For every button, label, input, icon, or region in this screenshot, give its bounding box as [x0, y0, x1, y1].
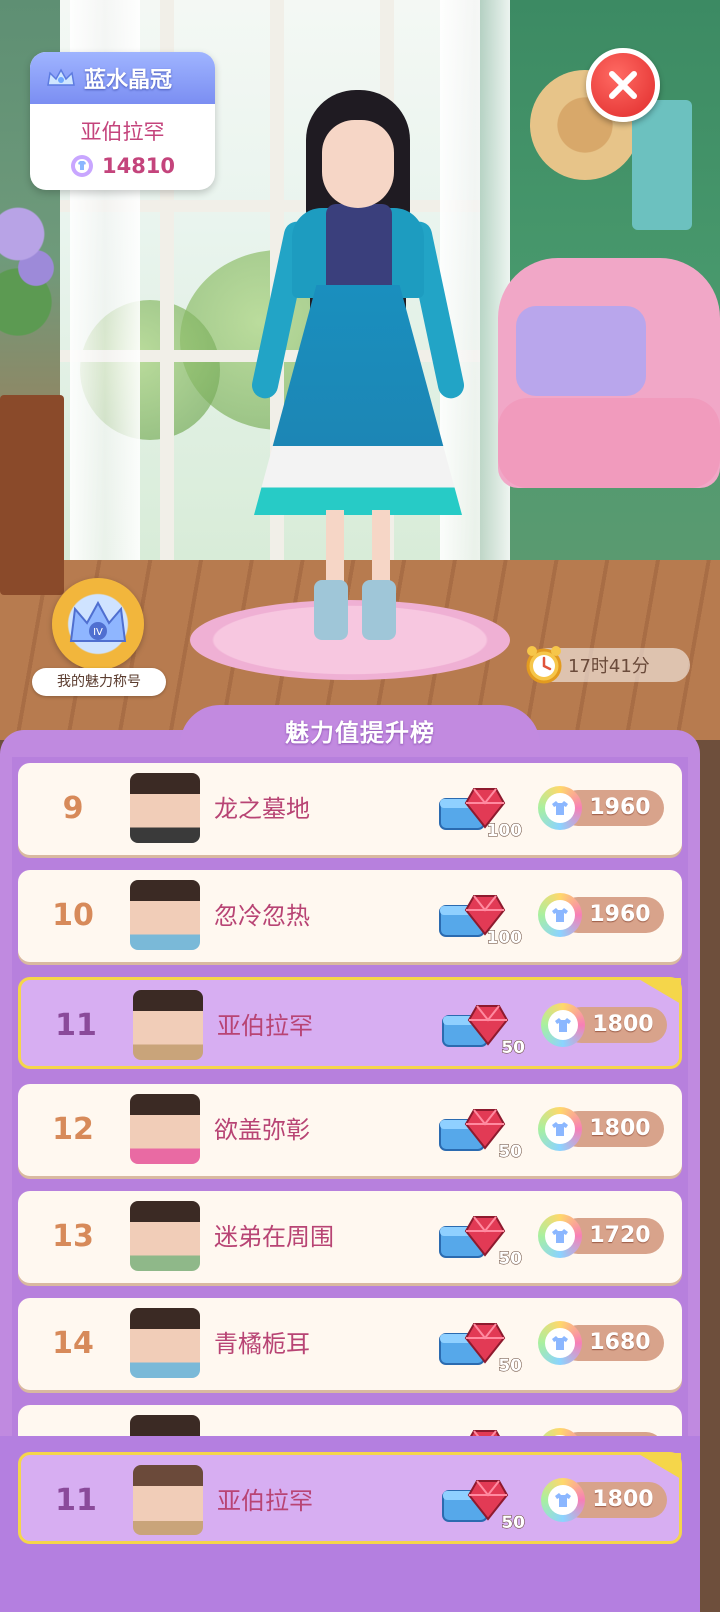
character-model[interactable] [248, 80, 468, 650]
reward-quantity: 50 [498, 1356, 523, 1377]
avatar[interactable] [130, 1201, 200, 1271]
svg-text:IV: IV [93, 627, 103, 638]
crown-badge-icon: IV [69, 600, 127, 642]
shelf [0, 395, 64, 595]
outfit-charm-icon [538, 786, 582, 830]
leaderboard-row[interactable]: 15 刘泽智 50 1640 [18, 1405, 682, 1437]
my-rank-row[interactable]: 11 亚伯拉罕 50 1800 [18, 977, 682, 1069]
my-rank-bar: 11 亚伯拉罕 50 1800 [0, 1436, 700, 1612]
rank-number: 11 [55, 1008, 97, 1043]
avatar[interactable] [133, 990, 203, 1060]
player-name: 龙之墓地 [214, 795, 310, 823]
leaderboard-row[interactable]: 10 忽冷忽热 100 1960 [18, 870, 682, 962]
avatar[interactable] [130, 1094, 200, 1164]
reward: 50 [441, 998, 526, 1059]
rank-number: 11 [55, 1483, 97, 1518]
close-icon [609, 71, 637, 99]
player-name: 亚伯拉罕 [217, 1487, 313, 1515]
outfit-charm-icon [541, 1003, 585, 1047]
reward-quantity: 50 [501, 1513, 526, 1534]
charm-score: 1800 [541, 1478, 667, 1522]
pink-armchair [498, 258, 720, 488]
leaderboard-row[interactable]: 9 龙之墓地 100 1960 [18, 763, 682, 855]
leaderboard-title: 魅力值提升榜 [285, 719, 435, 747]
player-name: 亚伯拉罕 [80, 120, 165, 144]
outfit-charm-icon [538, 1214, 582, 1258]
avatar[interactable] [130, 880, 200, 950]
charm-title-label[interactable]: 我的魅力称号 [32, 668, 166, 696]
leaderboard-list[interactable]: 9 龙之墓地 100 1960 10 忽冷忽热 100 1960 11 亚伯拉罕… [12, 757, 688, 1437]
charm-score: 1720 [538, 1214, 664, 1258]
gem-chest-icon [469, 1430, 501, 1437]
rank-number: 9 [62, 791, 84, 826]
reward: 50 [438, 1423, 522, 1437]
player-name: 亚伯拉罕 [217, 1012, 313, 1040]
title-card: 蓝水晶冠 亚伯拉罕 14810 [30, 52, 215, 190]
rank-number: 15 [38, 1405, 108, 1437]
reward: 50 [441, 1473, 526, 1534]
player-name: 欲盖弥彰 [214, 1116, 310, 1144]
reward-quantity: 100 [486, 928, 522, 949]
highlight-corner [637, 1453, 681, 1479]
flower-plant [0, 200, 60, 370]
outfit-charm-icon [538, 1107, 582, 1151]
reward-quantity: 50 [498, 1249, 523, 1270]
crown-icon [47, 68, 75, 86]
reward-quantity: 100 [486, 821, 522, 842]
charm-title-badge[interactable]: IV [52, 578, 144, 670]
leaderboard-row[interactable]: 12 欲盖弥彰 50 1800 [18, 1084, 682, 1176]
avatar[interactable] [133, 1465, 203, 1535]
leaderboard-row[interactable]: 13 迷弟在周围 50 1720 [18, 1191, 682, 1283]
player-name: 青橘栀耳 [214, 1330, 310, 1358]
outfit-charm-icon [538, 893, 582, 937]
reward: 50 [438, 1102, 523, 1163]
avatar[interactable] [130, 773, 200, 843]
countdown-timer: 17时41分 [526, 646, 690, 684]
charm-score: 1800 [541, 1003, 667, 1047]
timer-text: 17时41分 [568, 656, 650, 677]
rank-number: 10 [52, 898, 94, 933]
charm-score: 1680 [538, 1321, 664, 1365]
reward-quantity: 50 [498, 1142, 523, 1163]
crown-title: 蓝水晶冠 [84, 68, 173, 93]
player-name: 忽冷忽热 [214, 902, 310, 930]
alarm-clock-icon [526, 646, 562, 684]
player-name: 迷弟在周围 [214, 1223, 334, 1251]
charm-total: 14810 [30, 154, 215, 178]
highlight-corner [637, 978, 681, 1004]
reward: 100 [438, 888, 522, 949]
charm-icon [70, 155, 93, 177]
charm-score: 1800 [538, 1107, 664, 1151]
outfit-charm-icon [541, 1478, 585, 1522]
title-card-header: 蓝水晶冠 [30, 52, 215, 104]
reward: 50 [438, 1209, 523, 1270]
player-name: 刘泽智 [214, 1405, 286, 1437]
avatar[interactable] [130, 1415, 200, 1437]
towel-decoration [632, 100, 692, 230]
rank-number: 14 [52, 1326, 94, 1361]
leaderboard-row[interactable]: 14 青橘栀耳 50 1680 [18, 1298, 682, 1390]
my-rank-row[interactable]: 11 亚伯拉罕 50 1800 [18, 1452, 682, 1544]
reward: 100 [438, 781, 522, 842]
outfit-charm-icon [538, 1321, 582, 1365]
charm-score: 1960 [538, 786, 664, 830]
reward-quantity: 50 [501, 1038, 526, 1059]
rank-number: 13 [52, 1219, 94, 1254]
close-button[interactable] [586, 48, 660, 122]
rank-number: 12 [52, 1112, 94, 1147]
avatar[interactable] [130, 1308, 200, 1378]
charm-value: 14810 [101, 154, 176, 178]
charm-score: 1960 [538, 893, 664, 937]
reward: 50 [438, 1316, 523, 1377]
